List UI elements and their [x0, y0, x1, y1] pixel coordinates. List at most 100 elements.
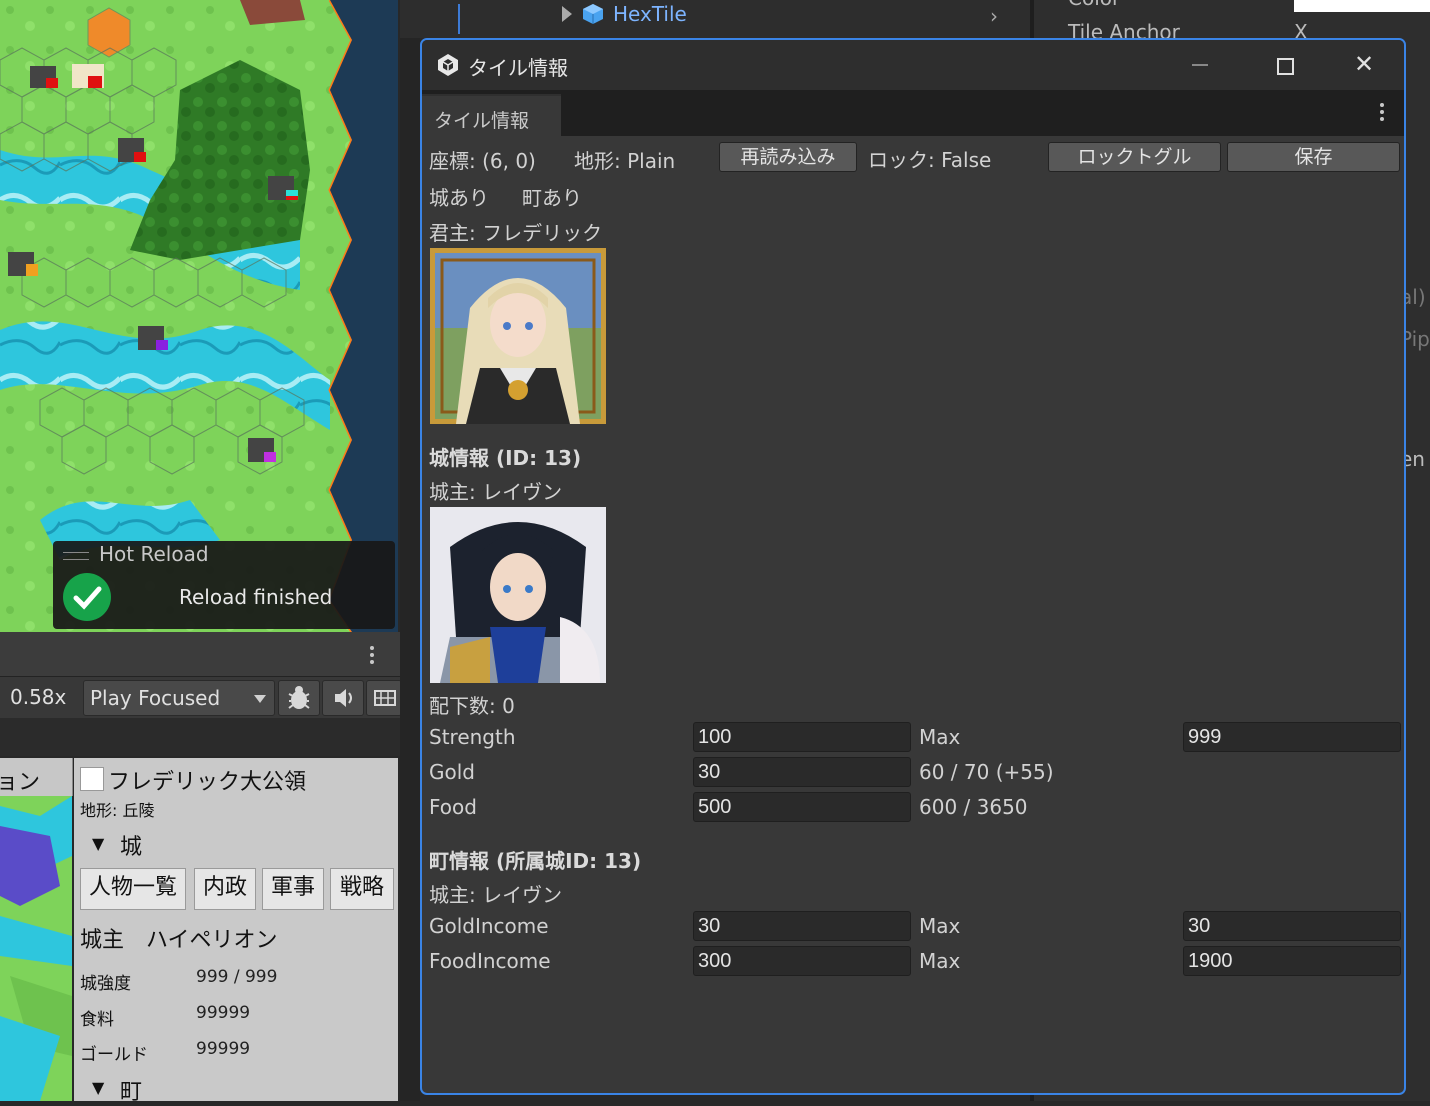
faction-name: フレデリック大公領	[108, 770, 307, 795]
food-income-field[interactable]	[693, 946, 911, 976]
terrain-label: 地形: Plain	[574, 149, 676, 173]
has-town-label: 町あり	[522, 186, 582, 210]
hierarchy-panel: HexTile ›	[400, 0, 1030, 38]
expand-triangle-icon[interactable]: ▼	[92, 1078, 104, 1097]
window-titlebar[interactable]: タイル情報 ✕	[422, 40, 1404, 90]
lock-status: ロック: False	[868, 148, 992, 172]
gold-label: Gold	[429, 760, 475, 784]
strength-label: Strength	[429, 725, 516, 749]
hex-map[interactable]	[0, 0, 398, 632]
play-mode-label: Play Focused	[90, 686, 221, 710]
food-income-max-label: Max	[919, 949, 961, 973]
strength-max-field[interactable]	[1183, 722, 1401, 752]
close-icon[interactable]: ✕	[1354, 52, 1374, 76]
selection-line	[458, 4, 460, 34]
more-options-icon[interactable]	[1380, 103, 1384, 124]
castle-lord-label: 城主: レイヴン	[429, 480, 563, 504]
terrain-label: 地形: 丘陵	[80, 801, 155, 820]
hot-reload-toast: Hot Reload Reload finished	[53, 541, 395, 629]
chevron-down-icon	[254, 695, 266, 703]
tab-label: タイル情報	[434, 110, 530, 132]
tile-info-window: タイル情報 ✕ タイル情報 座標: (6, 0) 地形: Plain 再読み込み…	[420, 38, 1406, 1095]
gold-income-max-label: Max	[919, 914, 961, 938]
castle-lord: 城主 ハイペリオン	[80, 928, 278, 953]
coords-label: 座標: (6, 0)	[429, 149, 536, 173]
food-income-max-field[interactable]	[1183, 946, 1401, 976]
gold-income-label: GoldIncome	[429, 914, 549, 938]
castle-section-header[interactable]: 城	[120, 829, 142, 861]
gold-income-field[interactable]	[693, 911, 911, 941]
stat-value: 99999	[196, 1003, 251, 1023]
expand-triangle-icon[interactable]	[562, 6, 572, 22]
town-section-header: 町情報 (所属城ID: 13)	[429, 849, 642, 873]
reload-button[interactable]: 再読み込み	[719, 142, 857, 172]
minimap-tab[interactable]: ョン	[0, 758, 73, 796]
food-label: Food	[429, 795, 477, 819]
food-summary: 600 / 3650	[919, 795, 1028, 819]
castle-icon[interactable]	[248, 438, 276, 462]
military-button[interactable]: 軍事	[262, 868, 324, 910]
town-icon[interactable]	[72, 64, 104, 88]
town-section-header[interactable]: 町	[120, 1074, 142, 1106]
stat-label: 食料	[80, 1010, 114, 1030]
strength-max-label: Max	[919, 725, 961, 749]
faction-flag	[80, 767, 104, 791]
food-income-label: FoodIncome	[429, 949, 551, 973]
game-view-toolbar: 0.58x Play Focused	[0, 676, 402, 720]
subordinate-count: 配下数: 0	[429, 694, 515, 718]
unity-logo-icon	[438, 54, 458, 76]
strength-field[interactable]	[693, 722, 911, 752]
stat-value: 999 / 999	[196, 967, 278, 987]
prefab-cube-icon	[583, 4, 603, 24]
lock-toggle-button[interactable]: ロックトグル	[1048, 142, 1221, 172]
stat-label: 城強度	[80, 974, 131, 994]
bug-button[interactable]	[278, 680, 320, 716]
expand-triangle-icon[interactable]: ▼	[92, 834, 104, 853]
hierarchy-item-label[interactable]: HexTile	[613, 2, 687, 26]
zoom-level[interactable]: 0.58x	[10, 685, 66, 709]
strategy-button[interactable]: 戦略	[330, 868, 394, 910]
domestic-button[interactable]: 内政	[194, 868, 256, 910]
castle-icon[interactable]	[268, 176, 298, 200]
drag-handle-icon[interactable]	[63, 552, 89, 560]
maximize-icon[interactable]	[1277, 58, 1294, 75]
minimap[interactable]	[0, 796, 72, 1101]
castle-section-header: 城情報 (ID: 13)	[429, 446, 582, 470]
color-swatch[interactable]	[1294, 0, 1430, 12]
character-list-button[interactable]: 人物一覧	[80, 868, 186, 910]
save-button[interactable]: 保存	[1227, 142, 1400, 172]
tab-bar: タイル情報	[422, 90, 1404, 138]
play-mode-dropdown[interactable]: Play Focused	[83, 680, 275, 716]
game-view-header	[0, 632, 400, 676]
window-title: タイル情報	[468, 56, 568, 80]
castle-icon[interactable]	[30, 66, 58, 88]
ruler-label: 君主: フレデリック	[429, 221, 603, 245]
stat-value: 99999	[196, 1039, 251, 1059]
speaker-icon	[335, 689, 352, 707]
more-options-icon[interactable]	[370, 646, 374, 667]
minimize-icon[interactable]	[1192, 64, 1208, 66]
gold-summary: 60 / 70 (+55)	[919, 760, 1054, 784]
color-label: Color	[1068, 0, 1120, 10]
game-view-strip	[0, 718, 400, 756]
ruler-portrait	[430, 248, 606, 424]
audio-toggle-button[interactable]	[322, 680, 364, 716]
stats-button[interactable]	[366, 680, 402, 716]
castle-icon[interactable]	[118, 138, 146, 162]
editor-panel-edge	[400, 38, 420, 1101]
toast-title: Hot Reload	[99, 542, 209, 566]
castle-lord-portrait	[430, 507, 606, 683]
tab-tile-info[interactable]: タイル情報	[422, 94, 561, 138]
gold-field[interactable]	[693, 757, 911, 787]
grid-icon	[374, 690, 396, 706]
chevron-right-icon[interactable]: ›	[990, 4, 998, 28]
toast-message: Reload finished	[179, 585, 333, 609]
bug-icon	[288, 686, 310, 709]
gold-income-max-field[interactable]	[1183, 911, 1401, 941]
castle-icon[interactable]	[8, 252, 38, 276]
castle-icon[interactable]	[138, 326, 168, 350]
town-lord-label: 城主: レイヴン	[429, 883, 563, 907]
hex-map-view[interactable]	[0, 0, 398, 632]
food-field[interactable]	[693, 792, 911, 822]
has-castle-label: 城あり	[429, 186, 489, 210]
